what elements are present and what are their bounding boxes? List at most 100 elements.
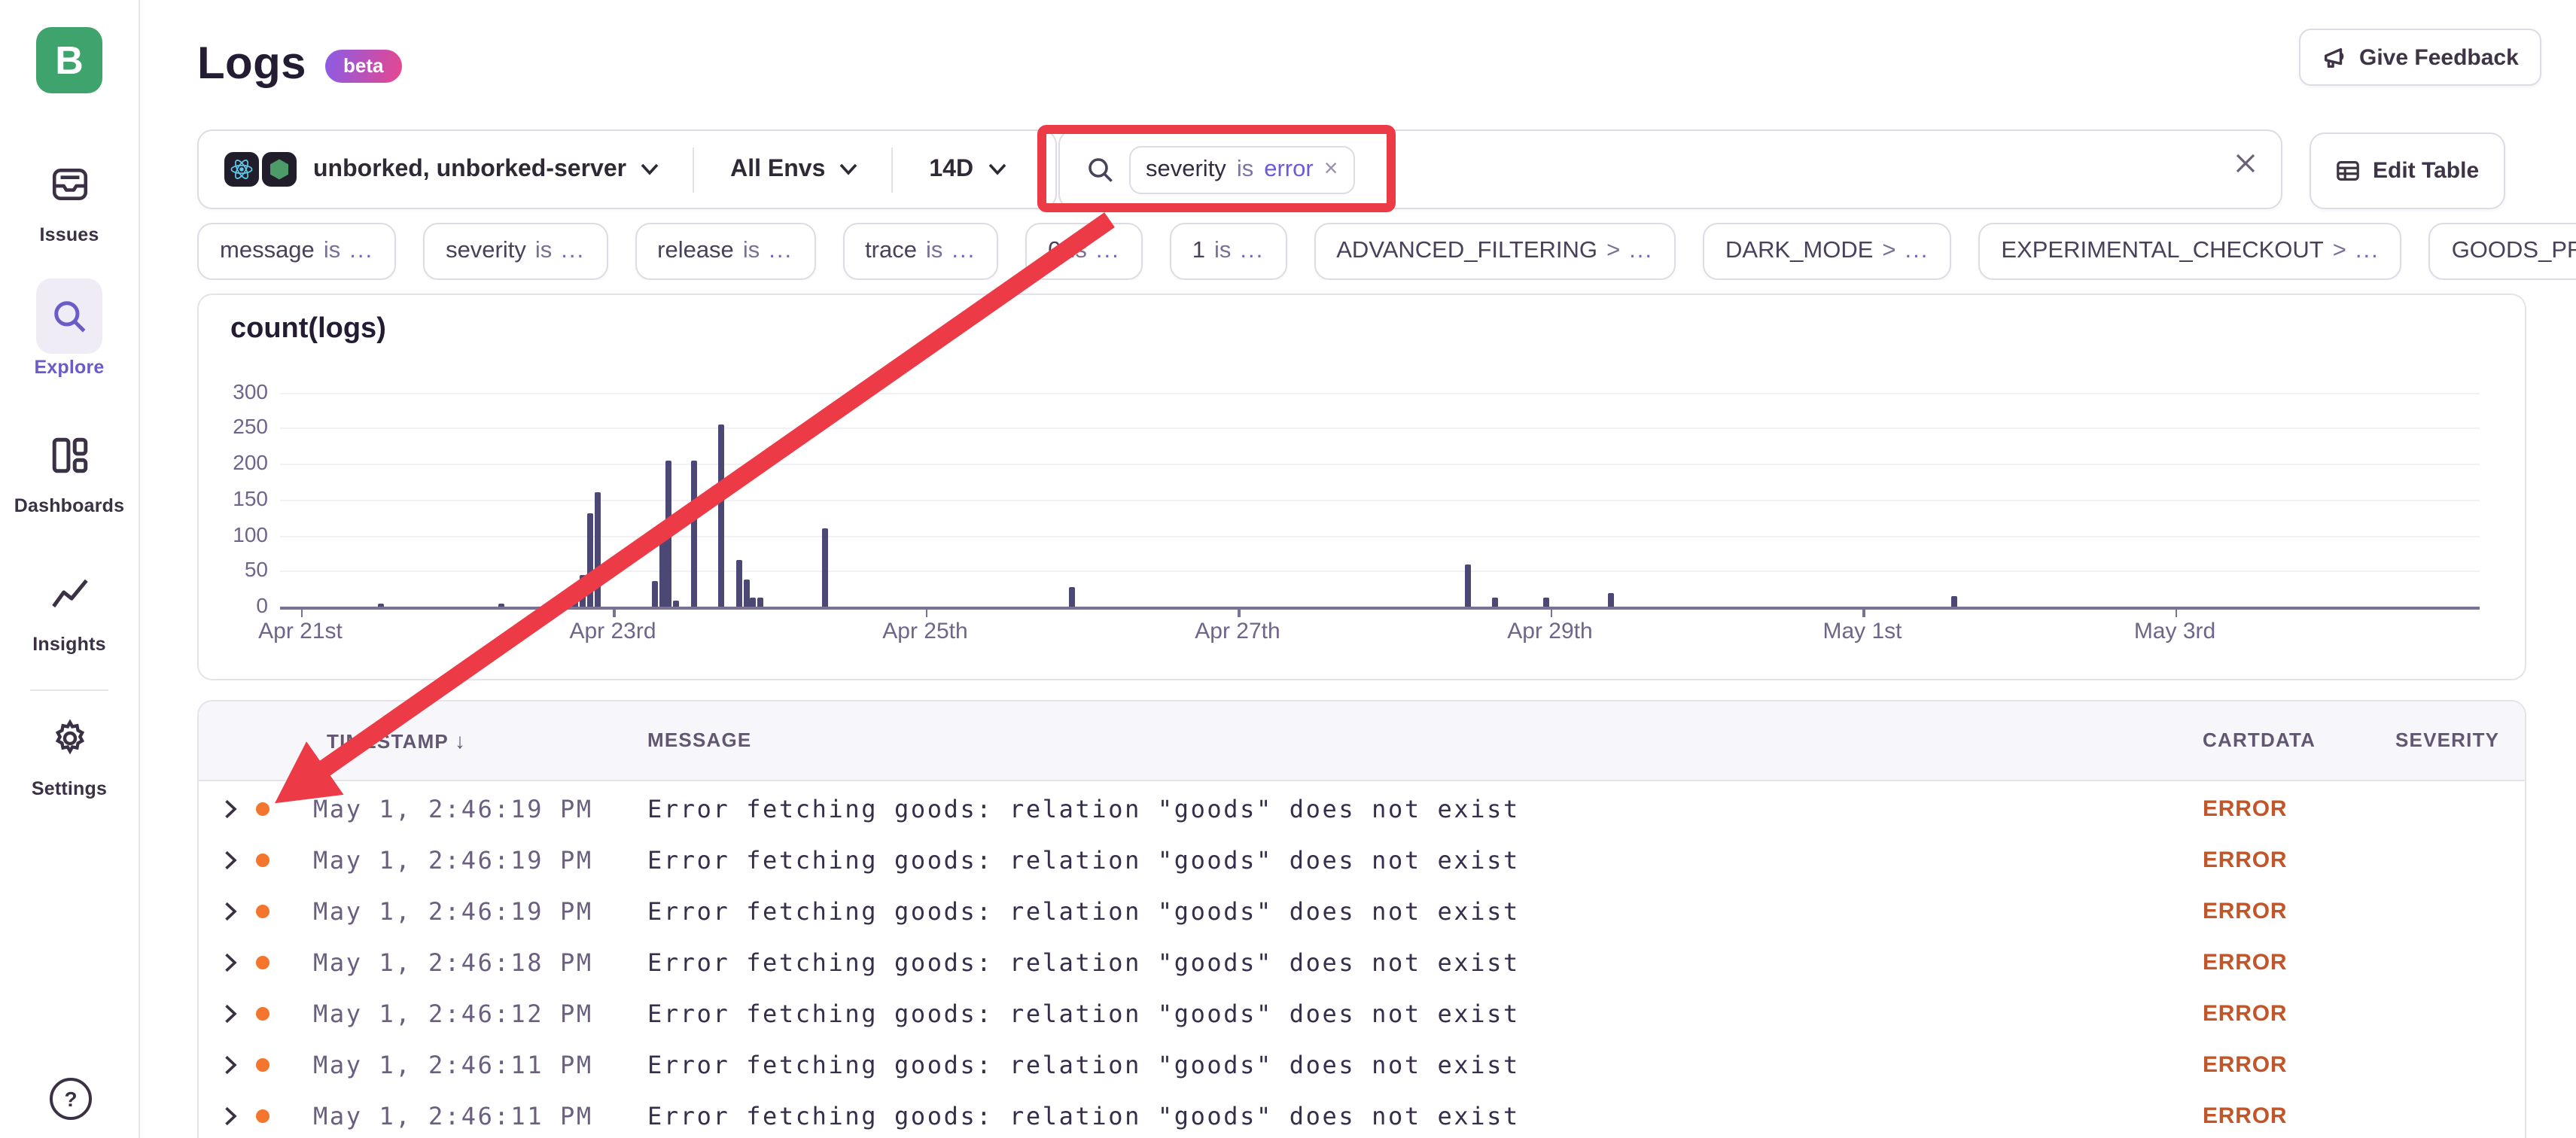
search-filter-chip[interactable]: severity is error × [1129, 145, 1354, 193]
chart-bar[interactable] [672, 601, 678, 607]
x-axis-tick-label: Apr 29th [1482, 619, 1618, 644]
sidebar-item-issues[interactable]: Issues [0, 146, 139, 245]
chart-bar[interactable] [572, 586, 578, 607]
chart-bar[interactable] [659, 525, 665, 607]
expand-chevron-icon[interactable] [224, 953, 238, 972]
chart-bar[interactable] [736, 560, 742, 607]
date-range-selector[interactable]: 14D [929, 156, 973, 183]
chart-bar[interactable] [1608, 592, 1614, 607]
chart-bar[interactable] [1069, 586, 1075, 607]
chart-bar[interactable] [691, 460, 697, 607]
log-row[interactable]: May 1, 2:46:11 PMError fetching goods: r… [199, 1090, 2525, 1138]
log-row[interactable]: May 1, 2:46:12 PM Error fetching goods: r… [199, 987, 2525, 1039]
suggestion-chip-0[interactable]: 0is... [1025, 223, 1143, 280]
chart-bar[interactable] [652, 582, 658, 607]
project-selector[interactable]: unborked, unborked-server [313, 156, 626, 183]
expand-chevron-icon[interactable] [224, 799, 238, 819]
log-row[interactable]: May 1, 2:46:19 PM Error fetching goods: r… [199, 885, 2525, 936]
x-axis-tick [1862, 608, 1865, 617]
expand-chevron-icon[interactable] [224, 1004, 238, 1024]
suggestion-chip-dark_mode[interactable]: DARK_MODE>... [1703, 223, 1951, 280]
chart-bar[interactable] [1464, 564, 1470, 607]
log-row[interactable]: May 1, 2:46:19 PMError fetching goods: r… [199, 834, 2525, 885]
sidebar-item-dashboards[interactable]: Dashboards [0, 417, 139, 516]
chart-bar[interactable] [666, 460, 672, 607]
give-feedback-label: Give Feedback [2359, 44, 2519, 70]
clear-search-icon[interactable] [2234, 152, 2257, 175]
logs-table: TIMESTAMP↓ MESSAGE CARTDATA SEVERITY May 1,… [197, 700, 2526, 1138]
chevron-down-icon [987, 163, 1006, 176]
chart-bar[interactable] [588, 514, 594, 607]
column-header-severity[interactable]: SEVERITY [2395, 729, 2499, 751]
chart-gridline [280, 428, 2480, 430]
filter-key[interactable]: severity [1146, 156, 1226, 183]
chart-bar[interactable] [1544, 598, 1550, 607]
project-platform-icons [224, 152, 297, 187]
x-axis-tick [2175, 608, 2177, 617]
severity-cell: ERROR [2203, 847, 2287, 873]
column-header-cartdata[interactable]: CARTDATA [2203, 729, 2316, 751]
expand-chevron-icon[interactable] [224, 902, 238, 921]
help-button[interactable]: ? [50, 1078, 92, 1120]
log-row[interactable]: May 1, 2:46:11 PMError fetching goods: r… [199, 1039, 2525, 1090]
expand-chevron-icon[interactable] [224, 1106, 238, 1126]
chart-bar[interactable] [757, 598, 763, 607]
sidebar-item-label: Explore [0, 357, 139, 378]
chart-bar[interactable] [594, 492, 600, 607]
x-axis-tick-label: May 3rd [2107, 619, 2243, 644]
sidebar-item-explore[interactable]: Explore [0, 278, 139, 378]
filter-operator[interactable]: is [1237, 156, 1253, 183]
sidebar-item-settings[interactable]: Settings [0, 700, 139, 799]
divider [693, 147, 694, 192]
suggestion-chip-trace[interactable]: traceis... [842, 223, 998, 280]
column-header-message[interactable]: MESSAGE [647, 729, 751, 751]
chart-bar[interactable] [822, 528, 828, 607]
suggestion-chip-1[interactable]: 1is... [1170, 223, 1287, 280]
filter-value[interactable]: error [1264, 156, 1313, 183]
chart-bar[interactable] [751, 598, 757, 607]
severity-dot [256, 905, 269, 918]
expand-chevron-icon[interactable] [224, 850, 238, 870]
message-cell: Error fetching goods: relation "goods" d… [647, 1051, 1520, 1079]
react-icon [224, 152, 259, 187]
org-avatar[interactable]: B [36, 27, 102, 93]
column-header-timestamp[interactable]: TIMESTAMP↓ [327, 729, 466, 753]
chart-bar[interactable] [717, 424, 723, 607]
timestamp-cell: May 1, 2:46:19 PM [313, 897, 593, 926]
issues-icon [49, 163, 90, 204]
x-axis-tick-label: May 1st [1795, 619, 1930, 644]
chart-bar[interactable] [744, 580, 750, 607]
chart-bar[interactable] [499, 604, 505, 607]
x-axis-tick [300, 608, 303, 617]
message-cell: Error fetching goods: relation "goods" d… [647, 1000, 1520, 1028]
log-row[interactable]: May 1, 2:46:19 PMError fetching goods: r… [199, 783, 2525, 834]
x-axis-tick-label: Apr 27th [1170, 619, 1305, 644]
x-axis-tick-label: Apr 25th [857, 619, 993, 644]
sidebar-item-insights[interactable]: Insights [0, 555, 139, 655]
x-axis-tick [1550, 608, 1552, 617]
chart-bar[interactable] [379, 604, 385, 607]
megaphone-icon [2322, 44, 2347, 70]
logs-count-chart: count(logs) 050100150200250300 Apr 21stA… [197, 294, 2526, 680]
remove-filter-icon[interactable]: × [1324, 157, 1338, 181]
suggestion-chip-advanced_filtering[interactable]: ADVANCED_FILTERING>... [1314, 223, 1676, 280]
expand-chevron-icon[interactable] [224, 1055, 238, 1075]
log-row[interactable]: May 1, 2:46:18 PMError fetching goods: r… [199, 936, 2525, 987]
message-cell: Error fetching goods: relation "goods" d… [647, 897, 1520, 926]
chart-bar[interactable] [1951, 596, 1957, 607]
node-icon [262, 152, 297, 187]
suggestion-chip-severity[interactable]: severityis... [423, 223, 607, 280]
x-axis-tick [613, 608, 615, 617]
chart-bar[interactable] [1492, 598, 1498, 607]
log-search-input[interactable]: severity is error × [1058, 129, 2282, 209]
environment-selector[interactable]: All Envs [730, 156, 825, 183]
edit-table-button[interactable]: Edit Table [2310, 132, 2504, 209]
suggestion-chip-message[interactable]: messageis... [197, 223, 396, 280]
severity-dot [256, 956, 269, 969]
suggestion-chip-release[interactable]: releaseis... [635, 223, 815, 280]
suggestion-chip-goods_productquery[interactable]: GOODS_PRODUCTQUERY>... [2429, 223, 2576, 280]
chart-bar[interactable] [580, 574, 586, 607]
suggestion-chip-experimental_checkout[interactable]: EXPERIMENTAL_CHECKOUT>... [1978, 223, 2401, 280]
timestamp-cell: May 1, 2:46:12 PM [313, 1000, 593, 1028]
give-feedback-button[interactable]: Give Feedback [2299, 29, 2541, 86]
